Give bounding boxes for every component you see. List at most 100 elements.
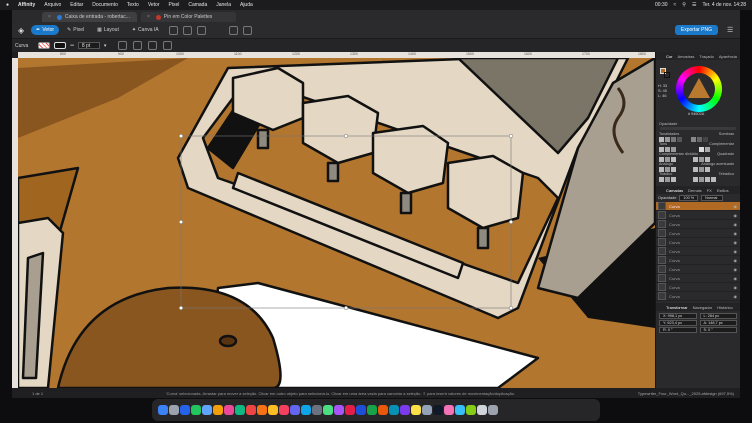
tab-transformar[interactable]: Transformar: [666, 305, 688, 310]
tab-navegador[interactable]: Navegador: [693, 305, 713, 310]
layer-opacity-field[interactable]: 100 %: [679, 195, 699, 201]
rotation-field[interactable]: R: 0 °: [659, 327, 697, 333]
launchpad-icon[interactable]: [169, 405, 179, 415]
eye-icon[interactable]: ◉: [734, 213, 738, 218]
figma-icon[interactable]: [444, 405, 454, 415]
color-wheel[interactable]: [676, 66, 722, 112]
excel-icon[interactable]: [367, 405, 377, 415]
export-button[interactable]: Exportar PNG: [674, 25, 718, 35]
menu-ajuda[interactable]: Ajuda: [240, 2, 253, 8]
pinterest-dock-icon[interactable]: [345, 405, 355, 415]
clock[interactable]: Ter. 4 de nov. 14:28: [702, 2, 746, 8]
calendar-icon[interactable]: [246, 405, 256, 415]
eye-icon[interactable]: ◉: [734, 231, 738, 236]
tab-inbox[interactable]: × Caixa de entrada - robertac...: [42, 12, 137, 22]
grid-icon[interactable]: [182, 25, 192, 35]
preview-icon[interactable]: [422, 405, 432, 415]
finder-icon[interactable]: [158, 405, 168, 415]
menu-vetor[interactable]: Vetor: [148, 2, 160, 8]
messages-icon[interactable]: [191, 405, 201, 415]
facetime-icon[interactable]: [235, 405, 245, 415]
tab-amostras[interactable]: Amostras: [677, 54, 694, 59]
chevron-down-icon[interactable]: ▾: [104, 43, 107, 49]
tab-camadas[interactable]: Camadas: [666, 188, 683, 193]
canva-icon[interactable]: [400, 405, 410, 415]
y-field[interactable]: Y: 623,4 px: [659, 320, 697, 326]
layer-row[interactable]: Curva ◉: [656, 202, 740, 211]
tab-tracado[interactable]: Traçado: [699, 54, 714, 59]
zoom-icon[interactable]: [455, 405, 465, 415]
settings-icon[interactable]: [312, 405, 322, 415]
swatch-row[interactable]: [656, 177, 740, 182]
wifi-icon[interactable]: ≈: [674, 2, 677, 8]
files-icon[interactable]: [411, 405, 421, 415]
contacts-icon[interactable]: [257, 405, 267, 415]
flip-icon[interactable]: [148, 41, 158, 50]
menu-editar[interactable]: Editar: [70, 2, 83, 8]
powerpoint-icon[interactable]: [378, 405, 388, 415]
trash-icon[interactable]: [488, 405, 498, 415]
tab-historico[interactable]: Histórico: [717, 305, 733, 310]
close-tab-icon[interactable]: ×: [147, 14, 150, 20]
document-canvas[interactable]: [18, 58, 655, 388]
layer-row[interactable]: Curva ◉: [656, 292, 740, 301]
node-icon[interactable]: [133, 41, 143, 50]
width-field[interactable]: L: 284 px: [699, 313, 737, 319]
eye-icon[interactable]: ◉: [734, 222, 738, 227]
music-icon[interactable]: [279, 405, 289, 415]
photos-icon[interactable]: [224, 405, 234, 415]
menu-janela[interactable]: Janela: [216, 2, 231, 8]
affinity-dock-icon[interactable]: [334, 405, 344, 415]
persona-vetor[interactable]: ✒ Vetor: [31, 25, 60, 35]
eye-icon[interactable]: ◉: [734, 267, 738, 272]
control-center-icon[interactable]: ☰: [692, 2, 696, 8]
safari-icon[interactable]: [180, 405, 190, 415]
persona-pixel[interactable]: ✎ Pixel: [62, 25, 89, 35]
menu-camada[interactable]: Camada: [188, 2, 207, 8]
shear-field[interactable]: S: 0 °: [699, 327, 737, 333]
affinity-logo-icon[interactable]: ◈: [18, 26, 24, 35]
hex-value[interactable]: # 94602A: [688, 112, 704, 116]
apple-icon[interactable]: ●: [6, 2, 9, 8]
arrange-icon[interactable]: [196, 25, 206, 35]
layer-row[interactable]: Curva ◉: [656, 211, 740, 220]
height-field[interactable]: A: 148,7 px: [699, 320, 737, 326]
eye-icon[interactable]: ◉: [734, 294, 738, 299]
rotate-icon[interactable]: [163, 41, 173, 50]
menu-texto[interactable]: Texto: [127, 2, 139, 8]
menu-arquivo[interactable]: Arquivo: [44, 2, 61, 8]
typewriter-illustration[interactable]: [18, 58, 655, 388]
eye-icon[interactable]: ◉: [734, 249, 738, 254]
layer-row[interactable]: Curva ◉: [656, 274, 740, 283]
layer-row[interactable]: Curva ◉: [656, 256, 740, 265]
tab-estilos[interactable]: Estilos: [717, 188, 729, 193]
layer-row[interactable]: Curva ◉: [656, 229, 740, 238]
stroke-width-field[interactable]: 8 pt: [77, 42, 100, 49]
page-indicator[interactable]: 1 de 1: [32, 391, 43, 396]
tab-cor[interactable]: Cor: [666, 54, 672, 59]
stroke-color-swatch[interactable]: [664, 72, 670, 78]
word-icon[interactable]: [356, 405, 366, 415]
notes-icon[interactable]: [268, 405, 278, 415]
persona-canva-ia[interactable]: ✦ Canva IA: [127, 25, 164, 35]
boolean-icon[interactable]: [118, 41, 128, 50]
tab-aparencia[interactable]: Aparência: [719, 54, 737, 59]
mail-icon[interactable]: [202, 405, 212, 415]
persona-layout[interactable]: ▦ Layout: [92, 25, 124, 35]
layer-row[interactable]: Curva ◉: [656, 265, 740, 274]
stroke-swatch[interactable]: [54, 42, 67, 49]
teams-icon[interactable]: [389, 405, 399, 415]
opacity-slider[interactable]: [660, 127, 736, 130]
layer-row[interactable]: Curva ◉: [656, 220, 740, 229]
menu-icon[interactable]: ☰: [727, 26, 735, 34]
whatsapp-icon[interactable]: [323, 405, 333, 415]
tab-fx[interactable]: FX: [707, 188, 712, 193]
tab-pinterest[interactable]: × Pin em Color Palettes: [141, 12, 236, 22]
spotify-icon[interactable]: [466, 405, 476, 415]
layer-row[interactable]: Curva ◉: [656, 283, 740, 292]
terminal-icon[interactable]: [433, 405, 443, 415]
align-icon[interactable]: [228, 25, 238, 35]
appstore-icon[interactable]: [301, 405, 311, 415]
x-field[interactable]: X: 998,1 px: [659, 313, 697, 319]
eye-icon[interactable]: ◉: [734, 204, 738, 209]
